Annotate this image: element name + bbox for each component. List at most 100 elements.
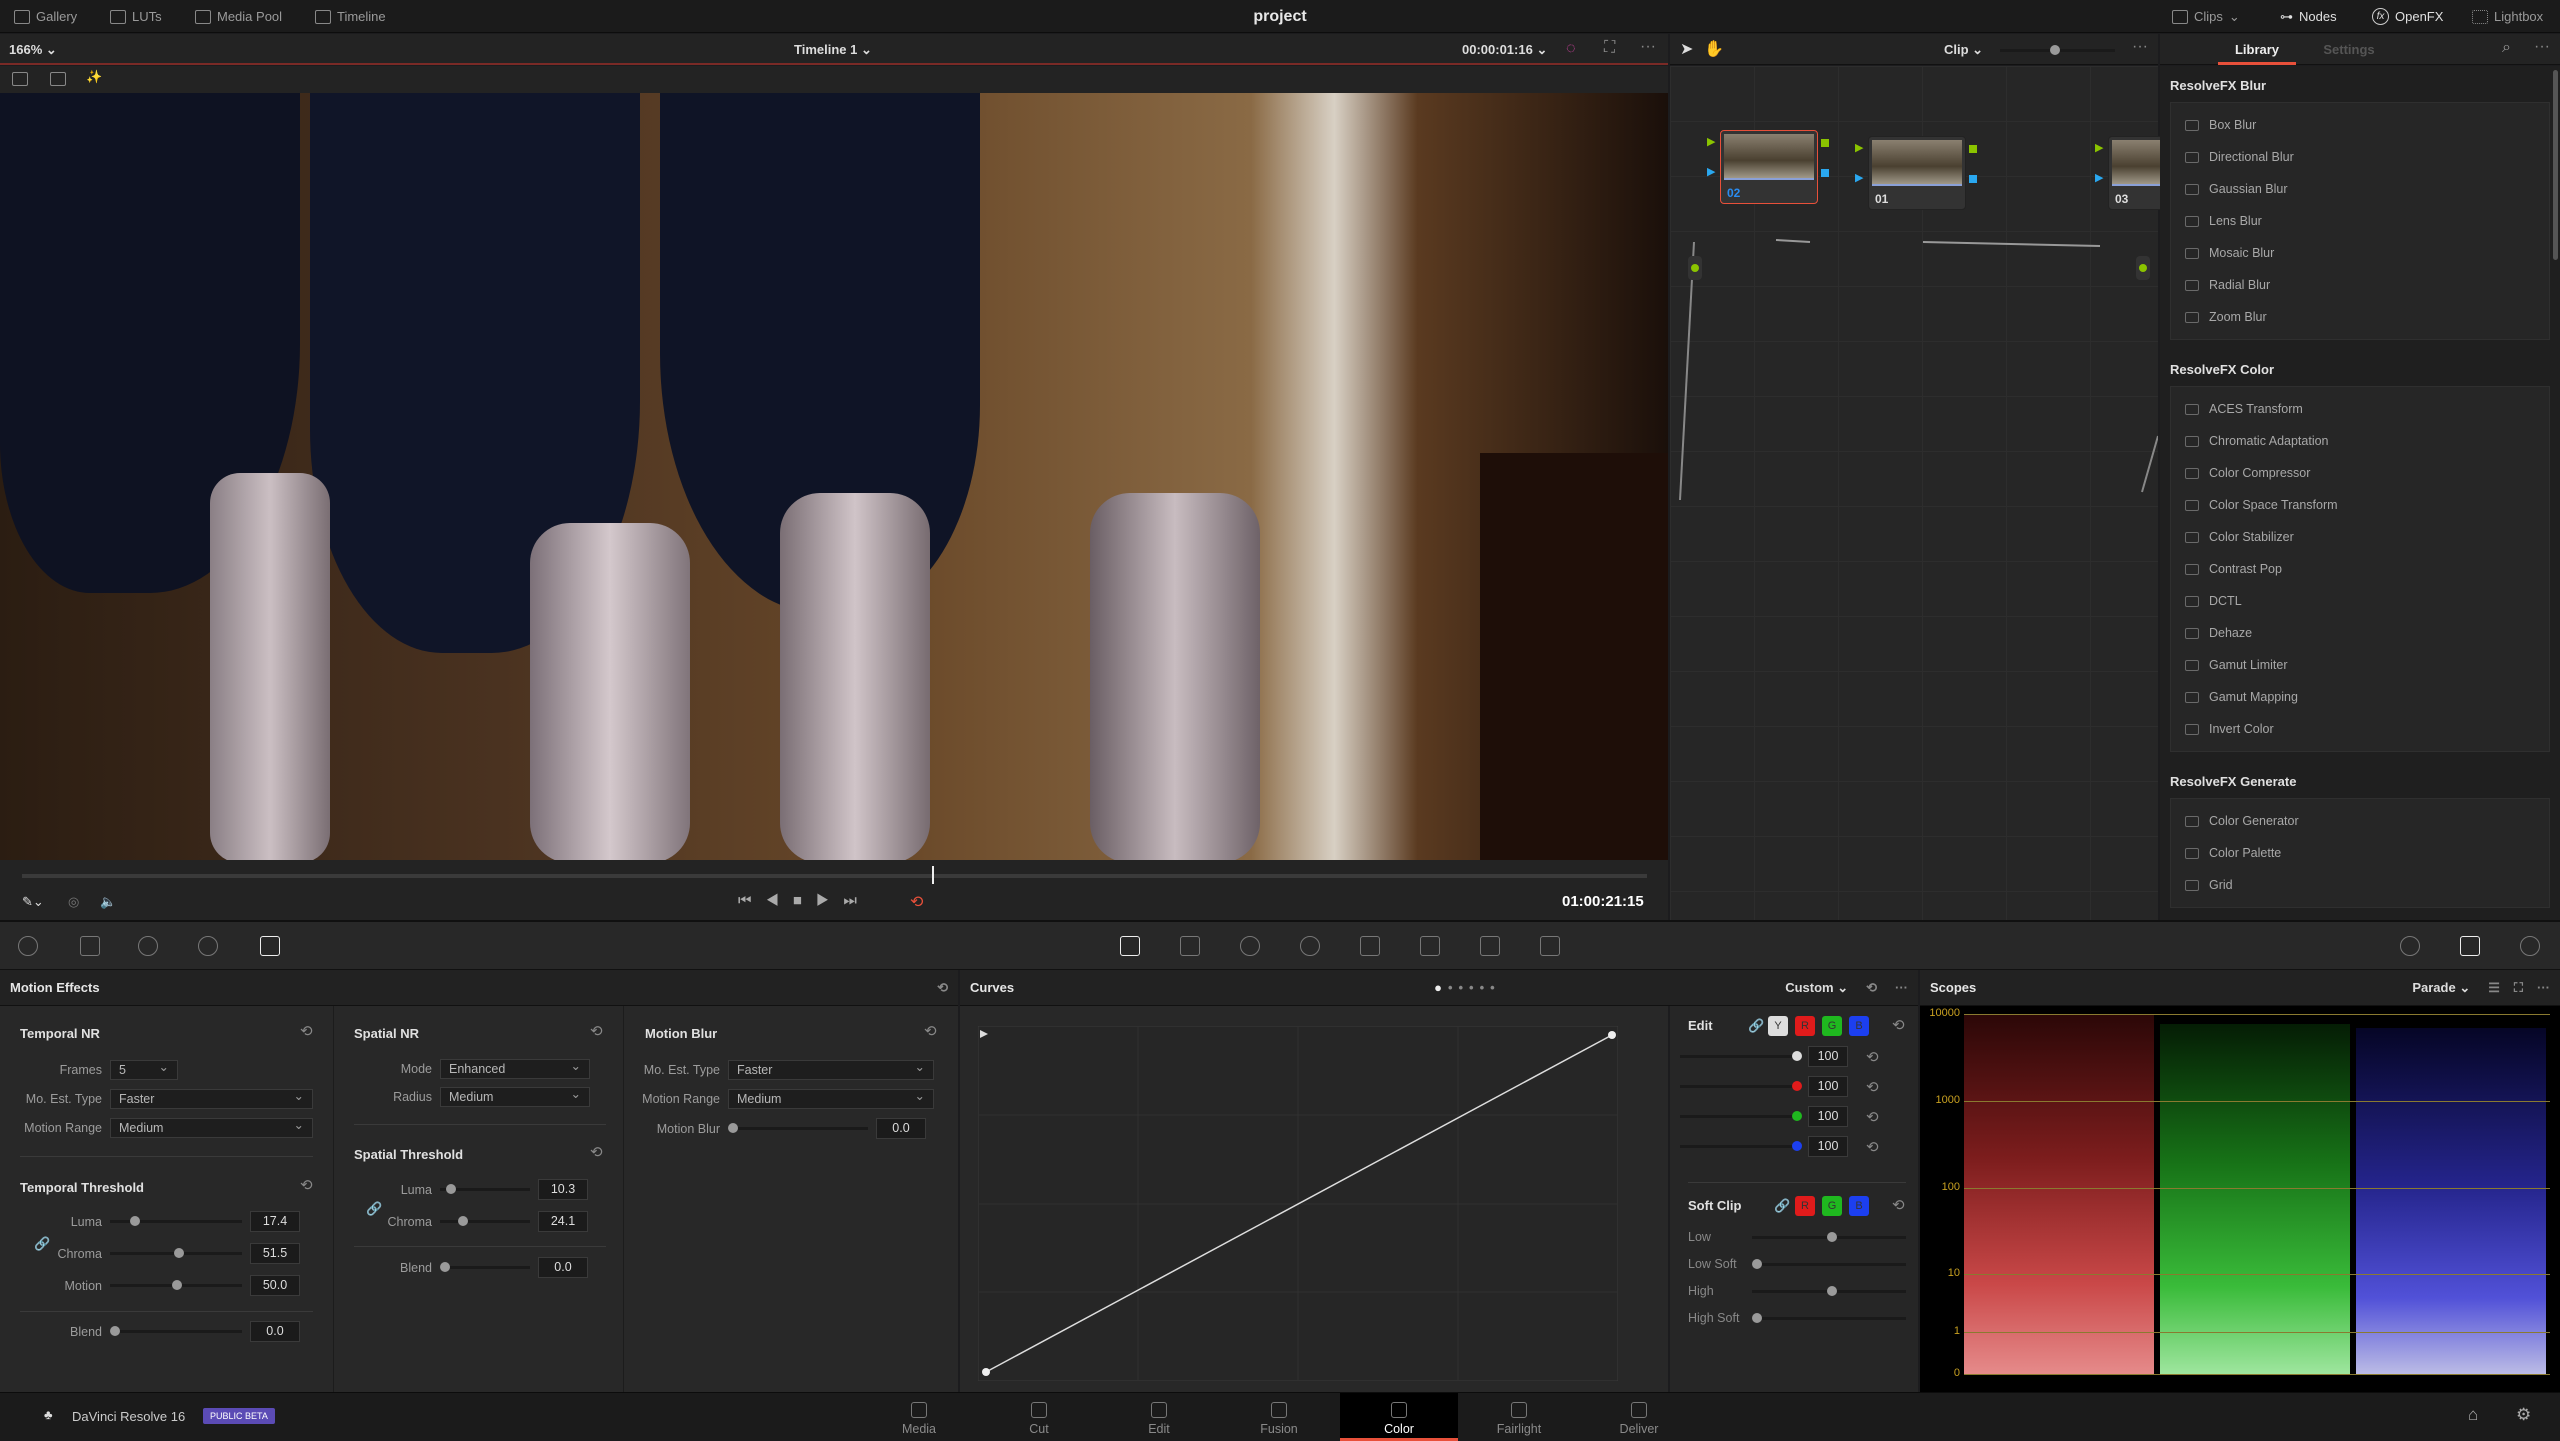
link-icon[interactable]: 🔗 — [1774, 1198, 1790, 1214]
playhead[interactable] — [932, 866, 934, 884]
node-output[interactable] — [1969, 145, 1977, 153]
blend-slider[interactable] — [440, 1262, 530, 1272]
motion-slider[interactable] — [110, 1280, 242, 1290]
softclip-r-toggle[interactable]: R — [1795, 1196, 1815, 1216]
library-item[interactable]: Color Generator — [2171, 805, 2549, 837]
mode-dropdown[interactable]: Enhanced — [440, 1057, 590, 1079]
node-output[interactable] — [1821, 169, 1829, 177]
more-icon[interactable]: ··· — [1895, 980, 1908, 995]
reset-icon[interactable]: ⟲ — [1866, 1108, 1879, 1126]
info-icon[interactable] — [2520, 936, 2540, 956]
reset-icon[interactable]: ⟲ — [1866, 1138, 1879, 1156]
blend-slider[interactable] — [110, 1326, 242, 1336]
luma-value[interactable]: 17.4 — [250, 1211, 300, 1232]
library-item[interactable]: Contrast Pop — [2171, 553, 2549, 585]
curve-mode-dots[interactable]: ●••••• — [1434, 980, 1501, 995]
library-item[interactable]: Grid — [2171, 869, 2549, 901]
timeline-dropdown[interactable]: Timeline 1 ⌄ — [794, 42, 872, 58]
node-input[interactable]: ▶ — [1855, 141, 1863, 154]
library-item[interactable]: Chromatic Adaptation — [2171, 425, 2549, 457]
motion-range-dropdown[interactable]: Medium — [110, 1116, 313, 1138]
media-pool-button[interactable]: Media Pool — [195, 0, 282, 33]
grid-view-icon[interactable] — [50, 72, 66, 86]
luts-button[interactable]: LUTs — [110, 0, 162, 33]
softclip-slider[interactable] — [1752, 1258, 1906, 1269]
reset-icon[interactable]: ⟲ — [1892, 1196, 1905, 1214]
softclip-slider[interactable] — [1752, 1231, 1906, 1242]
pointer-icon[interactable]: ➤ — [1680, 39, 1693, 59]
library-item[interactable]: Mosaic Blur — [2171, 237, 2549, 269]
sizing-icon[interactable] — [1540, 936, 1560, 956]
reset-icon[interactable]: ⟲ — [1892, 1016, 1905, 1034]
channel-intensity-slider[interactable] — [1680, 1081, 1802, 1091]
library-item[interactable]: Zoom Blur — [2171, 301, 2549, 333]
color-wheels-icon[interactable] — [138, 936, 158, 956]
scopes-icon[interactable] — [2460, 936, 2480, 956]
node-01[interactable]: 01 ▶ ▶ — [1855, 136, 1977, 210]
library-item[interactable]: Color Compressor — [2171, 457, 2549, 489]
channel-intensity-slider[interactable] — [1680, 1141, 1802, 1151]
mo-est-type-dropdown[interactable]: Faster — [728, 1058, 934, 1080]
window-icon[interactable] — [1240, 936, 1260, 956]
curve-graph[interactable] — [978, 1026, 1618, 1381]
scope-settings-icon[interactable]: ☰ — [2488, 980, 2500, 996]
node-zoom-slider[interactable] — [2000, 45, 2115, 55]
softclip-slider[interactable] — [1752, 1312, 1906, 1323]
softclip-b-toggle[interactable]: B — [1849, 1196, 1869, 1216]
openfx-button[interactable]: fx OpenFX — [2372, 0, 2443, 33]
node-output[interactable] — [1969, 175, 1977, 183]
motion-effects-icon[interactable] — [260, 936, 280, 956]
radius-dropdown[interactable]: Medium — [440, 1085, 590, 1107]
library-item[interactable]: Radial Blur — [2171, 269, 2549, 301]
nodes-button[interactable]: ⊶ Nodes — [2280, 0, 2337, 33]
luma-slider[interactable] — [440, 1184, 530, 1194]
more-icon[interactable]: ··· — [2537, 980, 2550, 995]
loop-icon[interactable]: ⟲ — [910, 892, 923, 912]
expand-icon[interactable]: ⛶ — [2514, 980, 2523, 996]
library-item[interactable]: DCTL — [2171, 585, 2549, 617]
chroma-slider[interactable] — [110, 1248, 242, 1258]
node-input[interactable]: ▶ — [1707, 135, 1715, 148]
3d-icon[interactable] — [2400, 936, 2420, 956]
playback-controls[interactable]: ⏮◀■▶⏭ — [738, 892, 871, 909]
eyedropper-icon[interactable]: ✎⌄ — [22, 894, 44, 910]
chroma-value[interactable]: 51.5 — [250, 1243, 300, 1264]
page-tab-color[interactable]: Color — [1340, 1393, 1458, 1441]
magic-mask-icon[interactable] — [1360, 936, 1380, 956]
search-icon[interactable]: ⌕ — [2502, 39, 2511, 57]
node-editor[interactable]: 02 ▶ ▶ 01 ▶ ▶ 03 ▶ ▶ — [1670, 66, 2217, 920]
page-tab-media[interactable]: Media — [860, 1393, 978, 1441]
library-item[interactable]: Directional Blur — [2171, 141, 2549, 173]
blur-icon[interactable] — [1420, 936, 1440, 956]
library-item[interactable]: Box Blur — [2171, 109, 2549, 141]
tracker-icon[interactable] — [1300, 936, 1320, 956]
home-icon[interactable]: ⌂ — [2468, 1405, 2478, 1425]
reset-all-icon[interactable]: ⟲ — [937, 980, 948, 996]
reset-icon[interactable]: ⟲ — [590, 1143, 603, 1161]
node-input[interactable]: ▶ — [1855, 171, 1863, 184]
link-icon[interactable]: 🔗 — [1748, 1018, 1764, 1034]
scrollbar[interactable] — [2553, 70, 2558, 260]
page-tab-cut[interactable]: Cut — [980, 1393, 1098, 1441]
channel-intensity-slider[interactable] — [1680, 1051, 1802, 1061]
softclip-g-toggle[interactable]: G — [1822, 1196, 1842, 1216]
fullscreen-icon[interactable]: ⛶ — [1604, 39, 1615, 57]
library-item[interactable]: Color Palette — [2171, 837, 2549, 869]
channel-intensity-value[interactable]: 100 — [1808, 1046, 1848, 1067]
reset-icon[interactable]: ⟲ — [1866, 980, 1877, 996]
page-tab-fairlight[interactable]: Fairlight — [1460, 1393, 1578, 1441]
channel-intensity-slider[interactable] — [1680, 1111, 1802, 1121]
split-view-icon[interactable] — [12, 72, 28, 86]
timecode-dropdown[interactable]: 00:00:01:16 ⌄ — [1462, 42, 1547, 58]
hand-icon[interactable]: ✋ — [1704, 39, 1724, 59]
lightbox-button[interactable]: Lightbox — [2472, 0, 2543, 33]
motion-blur-slider[interactable] — [728, 1123, 868, 1133]
camera-raw-icon[interactable] — [18, 936, 38, 956]
settings-icon[interactable]: ⚙ — [2516, 1405, 2531, 1425]
highlight-icon[interactable]: ◎ — [68, 894, 79, 910]
node-output[interactable] — [2136, 256, 2150, 280]
tab-library[interactable]: Library — [2218, 34, 2296, 65]
reset-icon[interactable]: ⟲ — [590, 1022, 603, 1040]
more-icon[interactable]: ··· — [2534, 38, 2550, 56]
channel-intensity-value[interactable]: 100 — [1808, 1136, 1848, 1157]
